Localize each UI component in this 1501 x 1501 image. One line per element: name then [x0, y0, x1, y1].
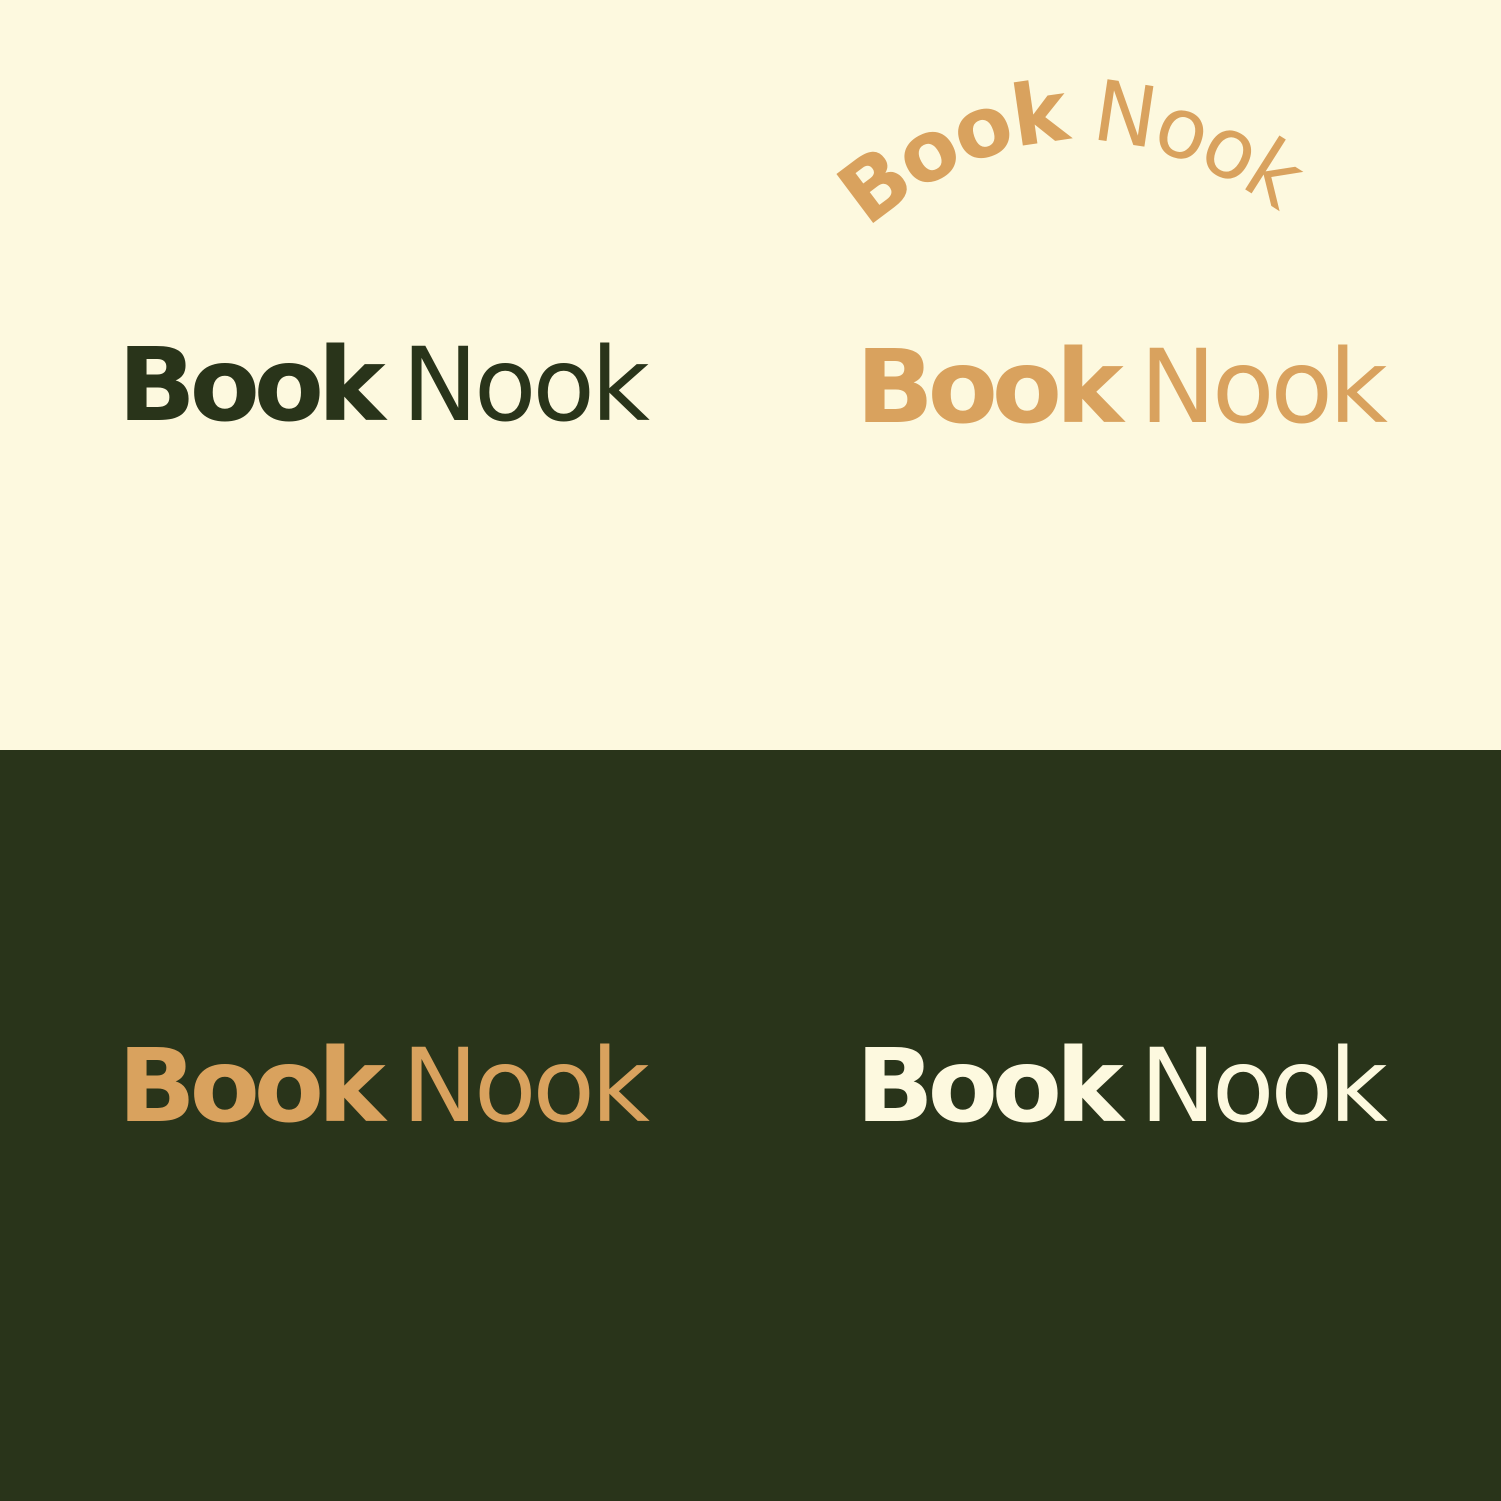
logo-word-book: Book — [856, 328, 1124, 447]
logo-gold-on-green: Book Nook — [118, 1036, 650, 1138]
logo-sheet: Book Nook Book Nook Book Nook Book Nook Book… — [0, 0, 1501, 1501]
arched-wordmark: Book Nook — [820, 61, 1322, 244]
logo-dark-on-cream: Book Nook — [118, 335, 650, 437]
arched-word-nook: Nook — [1087, 61, 1322, 228]
logo-cream-on-green: Book Nook — [856, 1036, 1388, 1138]
logo-word-nook: Nook — [401, 1027, 650, 1146]
light-panel: Book Nook Book Nook Book Nook — [0, 0, 1501, 750]
logo-word-book: Book — [118, 326, 386, 445]
logo-word-nook: Nook — [1139, 1027, 1388, 1146]
logo-word-nook: Nook — [1139, 328, 1388, 447]
logo-word-book: Book — [856, 1027, 1124, 1146]
logo-word-nook: Nook — [401, 326, 650, 445]
logo-arched-gold: Book Nook — [820, 61, 1325, 244]
logo-gold-on-cream: Book Nook — [856, 337, 1388, 439]
arched-word-book: Book — [820, 61, 1076, 244]
logo-word-book: Book — [118, 1027, 386, 1146]
dark-panel: Book Nook Book Nook — [0, 750, 1501, 1501]
